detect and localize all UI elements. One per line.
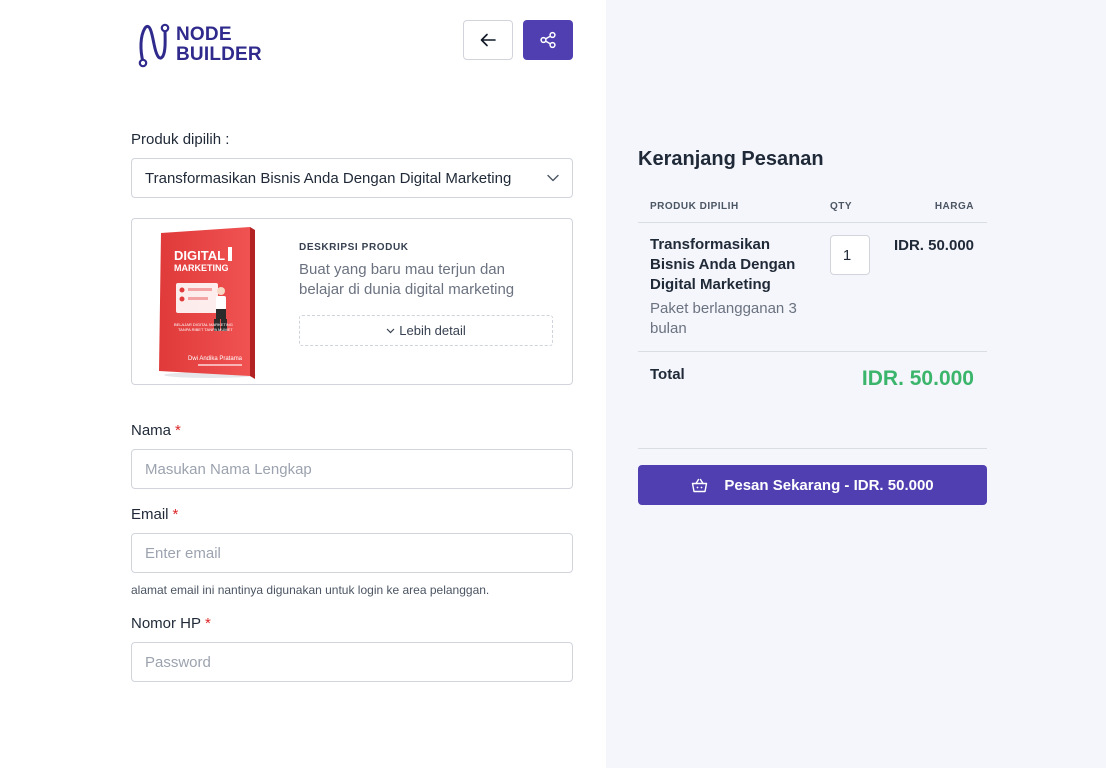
chevron-down-small-icon [386,328,395,333]
email-label-text: Email [131,506,169,523]
node-builder-logo-icon [138,23,170,68]
more-details-label: Lebih detail [399,323,466,338]
product-select-value: Transformasikan Bisnis Anda Dengan Digit… [145,169,512,187]
back-button[interactable] [463,20,513,60]
required-mark: * [175,422,181,439]
more-details-button[interactable]: Lebih detail [299,315,553,346]
cart-item-price: IDR. 50.000 [893,237,974,254]
cart-item-name: Transformasikan Bisnis Anda Dengan Digit… [650,236,796,293]
product-description-text: Buat yang baru mau terjun dan belajar di… [299,261,515,298]
column-header-qty: QTY [830,201,853,212]
phone-label-text: Nomor HP [131,615,202,632]
share-button[interactable] [523,20,573,60]
name-label-text: Nama [131,422,172,439]
cart-title: Keranjang Pesanan [638,148,824,170]
email-input[interactable] [131,533,573,573]
order-now-label: Pesan Sekarang - IDR. 50.000 [724,476,934,494]
book-cover-image: DIGITAL MARKETING BELAJAR DIGITAL MARKET… [159,227,256,379]
brand-logo[interactable]: NODE BUILDER [136,22,262,68]
column-header-product: PRODUK DIPILIH [650,201,739,212]
quantity-input[interactable] [830,235,870,275]
email-label: Email * [131,506,178,523]
share-icon [540,31,556,49]
divider [638,448,987,449]
total-value: IDR. 50.000 [861,367,974,390]
product-select-label: Produk dipilih : [131,131,230,148]
required-mark: * [205,615,211,632]
brand-name-line1: NODE [176,24,232,45]
order-now-button[interactable]: Pesan Sekarang - IDR. 50.000 [638,465,987,505]
column-header-price: HARGA [934,201,974,212]
book-cover-subtitle-2: TANPA RIBET TANPA MUMET [178,327,233,332]
total-label: Total [650,366,685,383]
phone-label: Nomor HP * [131,615,211,632]
checkout-form-panel: NODE BUILDER Produk dipilih : Transforma… [0,0,606,768]
required-mark: * [172,506,179,523]
book-cover-author: Dwi Andika Pratama [188,356,243,362]
brand-name-line2: BUILDER [176,44,262,65]
brand-name: NODE BUILDER [176,25,262,65]
book-cover-title-2: MARKETING [174,263,229,273]
product-select[interactable]: Transformasikan Bisnis Anda Dengan Digit… [131,158,573,198]
chevron-down-icon [547,174,559,182]
product-description-title: DESKRIPSI PRODUK [299,242,409,253]
email-hint: alamat email ini nantinya digunakan untu… [131,583,490,597]
product-card: DIGITAL MARKETING BELAJAR DIGITAL MARKET… [131,218,573,385]
arrow-left-icon [480,33,496,47]
book-cover-title-1: DIGITAL [174,248,225,263]
phone-input[interactable] [131,642,573,682]
name-label: Nama * [131,422,181,439]
divider [638,222,987,223]
name-input[interactable] [131,449,573,489]
basket-icon [692,478,708,492]
cart-item-subscription: Paket berlangganan 3 bulan [650,300,797,337]
divider [638,351,987,352]
